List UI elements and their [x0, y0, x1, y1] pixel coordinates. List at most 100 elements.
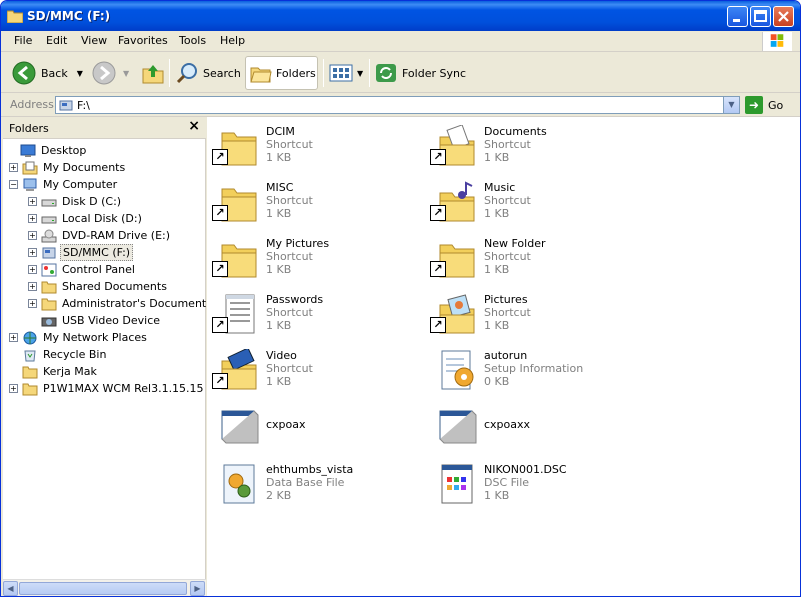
- close-icon: [778, 11, 789, 22]
- tree-item[interactable]: + Control Panel: [28, 261, 137, 278]
- file-item[interactable]: ↗ Pictures Shortcut 1 KB: [430, 289, 640, 341]
- file-item[interactable]: NIKON001.DSC DSC File 1 KB: [430, 459, 640, 511]
- tree-item[interactable]: + Administrator's Documents: [28, 295, 206, 312]
- file-item[interactable]: cxpoaxx: [430, 401, 640, 453]
- go-button[interactable]: ➜ Go: [745, 96, 783, 114]
- tree-item[interactable]: + Shared Documents: [28, 278, 169, 295]
- menu-view[interactable]: View: [81, 34, 107, 47]
- address-dropdown-icon[interactable]: ▼: [723, 97, 739, 113]
- tree-item[interactable]: + My Documents: [9, 159, 127, 176]
- tree-item-label: Recycle Bin: [43, 348, 107, 361]
- scroll-thumb[interactable]: [19, 582, 187, 595]
- minimize-button[interactable]: [727, 6, 748, 27]
- expand-icon[interactable]: +: [28, 197, 37, 206]
- views-icon: [329, 64, 353, 82]
- close-button[interactable]: [773, 6, 794, 27]
- close-pane-icon[interactable]: ×: [188, 118, 200, 134]
- file-size: 1 KB: [266, 263, 292, 276]
- tree-item[interactable]: + SD/MMC (F:): [28, 244, 134, 261]
- folder-tree: Desktop + My Documents − My Computer + Disk D …: [3, 139, 206, 579]
- menu-favorites[interactable]: Favorites: [118, 34, 168, 47]
- expand-icon[interactable]: +: [28, 282, 37, 291]
- expand-icon[interactable]: +: [28, 265, 37, 274]
- tree-item[interactable]: Desktop: [7, 142, 88, 159]
- file-item[interactable]: ↗ Documents Shortcut 1 KB: [430, 121, 640, 173]
- file-type: Shortcut: [266, 194, 313, 207]
- file-item[interactable]: ehthumbs_vista Data Base File 2 KB: [212, 459, 422, 511]
- up-folder-button[interactable]: [141, 56, 165, 90]
- file-item[interactable]: ↗ DCIM Shortcut 1 KB: [212, 121, 422, 173]
- expand-icon[interactable]: +: [9, 333, 18, 342]
- folders-icon: [250, 67, 272, 83]
- tree-item[interactable]: + Disk D (C:): [28, 193, 123, 210]
- folders-button[interactable]: Folders: [245, 56, 318, 90]
- expand-icon[interactable]: +: [28, 214, 37, 223]
- file-size: 1 KB: [484, 489, 510, 502]
- tree-item-label: SD/MMC (F:): [60, 244, 134, 261]
- views-dropdown-icon[interactable]: ▼: [357, 69, 363, 78]
- tree-item-label: Kerja Mak: [43, 365, 97, 378]
- folder-icon: [41, 298, 57, 310]
- file-item[interactable]: ↗ Passwords Shortcut 1 KB: [212, 289, 422, 341]
- file-item[interactable]: autorun Setup Information 0 KB: [430, 345, 640, 397]
- dvd-drive-icon: [41, 229, 57, 242]
- tree-item-label: Local Disk (D:): [62, 212, 142, 225]
- expand-icon[interactable]: +: [28, 299, 37, 308]
- file-name: DCIM: [266, 125, 295, 138]
- title-bar[interactable]: SD/MMC (F:): [1, 1, 800, 31]
- file-size: 1 KB: [266, 319, 292, 332]
- expand-icon[interactable]: +: [28, 231, 37, 240]
- forward-button[interactable]: ▼: [91, 56, 129, 90]
- back-button[interactable]: Back ▼: [11, 56, 83, 90]
- file-item[interactable]: ↗ My Pictures Shortcut 1 KB: [212, 233, 422, 285]
- maximize-icon: [754, 10, 767, 22]
- menu-tools[interactable]: Tools: [179, 34, 206, 47]
- tree-item[interactable]: USB Video Device: [28, 312, 162, 329]
- menu-file[interactable]: File: [14, 34, 32, 47]
- tree-item[interactable]: + P1W1MAX WCM Rel3.1.15.15 W7: [9, 380, 206, 397]
- tree-item[interactable]: + Local Disk (D:): [28, 210, 144, 227]
- file-type: Shortcut: [266, 250, 313, 263]
- drive-icon: [41, 216, 57, 223]
- file-item[interactable]: ↗ New Folder Shortcut 1 KB: [430, 233, 640, 285]
- views-button[interactable]: ▼: [329, 56, 363, 90]
- expand-icon[interactable]: +: [9, 163, 18, 172]
- back-dropdown-icon[interactable]: ▼: [77, 69, 83, 78]
- file-item[interactable]: cxpoax: [212, 401, 422, 453]
- expand-icon[interactable]: +: [28, 248, 37, 257]
- file-item[interactable]: ↗ Video Shortcut 1 KB: [212, 345, 422, 397]
- expand-icon[interactable]: +: [9, 384, 18, 393]
- tree-item-label: Shared Documents: [62, 280, 167, 293]
- file-item[interactable]: ↗ Music Shortcut 1 KB: [430, 177, 640, 229]
- file-list: ↗ DCIM Shortcut 1 KB ↗ Documents Shortcut 1 KB ↗…: [207, 117, 800, 596]
- file-item[interactable]: ↗ MISC Shortcut 1 KB: [212, 177, 422, 229]
- sd-card-icon: [59, 100, 73, 111]
- tree-item[interactable]: Kerja Mak: [9, 363, 99, 380]
- file-size: 1 KB: [266, 207, 292, 220]
- tree-item[interactable]: + My Network Places: [9, 329, 149, 346]
- tree-item[interactable]: + DVD-RAM Drive (E:): [28, 227, 172, 244]
- collapse-icon[interactable]: −: [9, 180, 18, 189]
- horizontal-scrollbar[interactable]: ◀ ▶: [3, 579, 206, 596]
- maximize-button[interactable]: [750, 6, 771, 27]
- dsc-file-icon: [441, 464, 473, 504]
- go-arrow-icon: ➜: [745, 96, 763, 114]
- menu-bar: File Edit View Favorites Tools Help: [1, 31, 800, 52]
- shortcut-arrow-icon: ↗: [212, 373, 228, 389]
- file-name: MISC: [266, 181, 294, 194]
- scroll-left-icon[interactable]: ◀: [3, 581, 18, 596]
- forward-dropdown-icon[interactable]: ▼: [123, 69, 129, 78]
- tree-item[interactable]: − My Computer: [9, 176, 119, 193]
- my-computer-icon: [23, 178, 37, 191]
- search-icon: [176, 63, 197, 84]
- file-type: Shortcut: [266, 138, 313, 151]
- address-input[interactable]: F:\ ▼: [55, 96, 740, 114]
- search-button[interactable]: Search: [175, 56, 241, 90]
- menu-help[interactable]: Help: [220, 34, 245, 47]
- menu-edit[interactable]: Edit: [46, 34, 67, 47]
- tree-item[interactable]: Recycle Bin: [9, 346, 108, 363]
- toolbar: Back ▼ ▼ Search Folders ▼ Folder Sync: [1, 53, 800, 93]
- folder-sync-button[interactable]: Folder Sync: [375, 56, 466, 90]
- tree-item-label: P1W1MAX WCM Rel3.1.15.15 W7: [43, 382, 206, 395]
- scroll-right-icon[interactable]: ▶: [190, 581, 205, 596]
